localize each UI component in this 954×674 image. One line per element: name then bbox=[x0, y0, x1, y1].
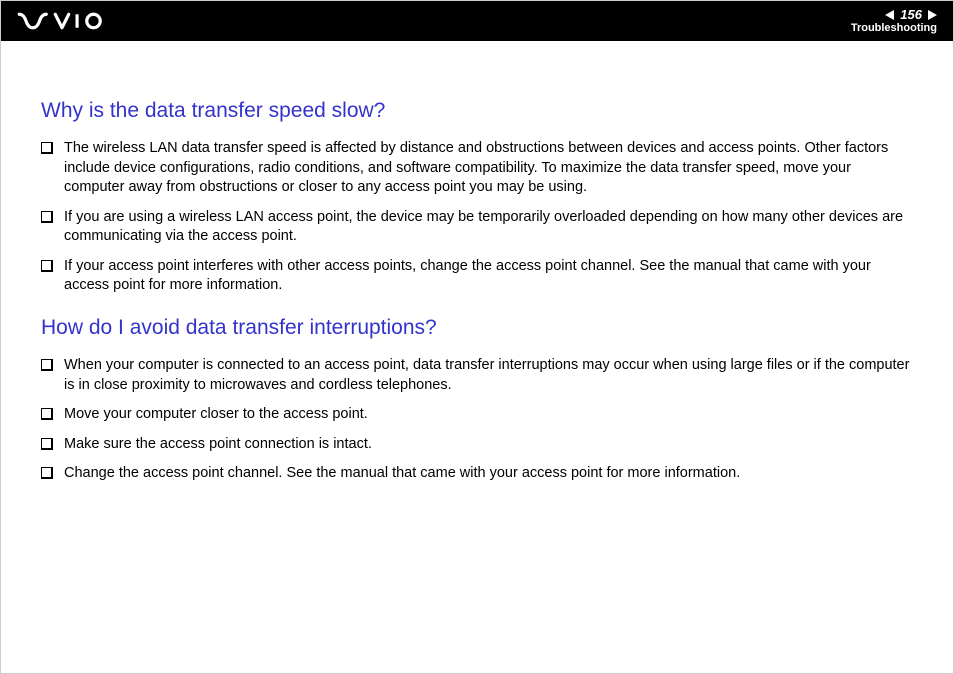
list-item: Change the access point channel. See the… bbox=[41, 464, 913, 484]
page-content: Why is the data transfer speed slow? The… bbox=[1, 41, 953, 524]
list-item: Move your computer closer to the access … bbox=[41, 405, 913, 425]
question-heading: How do I avoid data transfer interruptio… bbox=[41, 316, 913, 340]
bullet-icon bbox=[41, 142, 52, 153]
bullet-icon bbox=[41, 260, 52, 271]
bullet-icon bbox=[41, 408, 52, 419]
bullet-icon bbox=[41, 211, 52, 222]
list-item: Make sure the access point connection is… bbox=[41, 435, 913, 455]
section-title: Troubleshooting bbox=[851, 23, 937, 34]
answer-list: When your computer is connected to an ac… bbox=[41, 356, 913, 484]
nav-prev-icon[interactable] bbox=[885, 10, 894, 20]
list-item: The wireless LAN data transfer speed is … bbox=[41, 139, 913, 198]
nav-next-icon[interactable] bbox=[928, 10, 937, 20]
vaio-logo bbox=[17, 12, 107, 30]
list-item: If you are using a wireless LAN access p… bbox=[41, 208, 913, 247]
bullet-icon bbox=[41, 467, 52, 478]
page-number: 156 bbox=[898, 8, 924, 21]
page-navigation: 156 bbox=[885, 8, 937, 21]
bullet-icon bbox=[41, 438, 52, 449]
list-item: If your access point interferes with oth… bbox=[41, 257, 913, 296]
bullet-icon bbox=[41, 359, 52, 370]
question-heading: Why is the data transfer speed slow? bbox=[41, 99, 913, 123]
answer-list: The wireless LAN data transfer speed is … bbox=[41, 139, 913, 296]
page-header: 156 Troubleshooting bbox=[1, 1, 953, 41]
list-item: When your computer is connected to an ac… bbox=[41, 356, 913, 395]
